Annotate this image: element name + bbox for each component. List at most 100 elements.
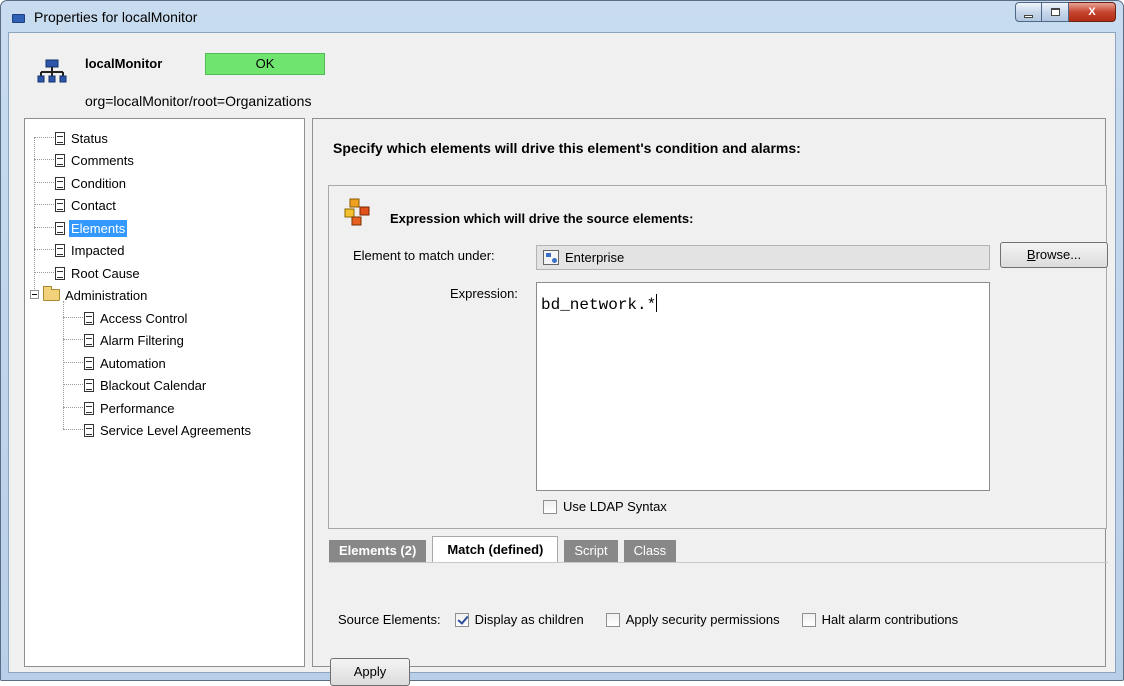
tree-connector bbox=[63, 407, 83, 408]
tree-item-administration[interactable]: Administration bbox=[43, 285, 147, 305]
document-icon bbox=[55, 266, 65, 280]
tree-item-condition[interactable]: Condition bbox=[55, 173, 126, 193]
halt-alarm-contributions-option[interactable]: Halt alarm contributions bbox=[801, 612, 959, 627]
document-icon bbox=[55, 131, 65, 145]
tree-item-label: Status bbox=[71, 130, 108, 146]
panel-tabs: Elements (2) Match (defined) Script Clas… bbox=[329, 536, 682, 562]
element-name: localMonitor bbox=[85, 56, 163, 71]
browse-label: rowse... bbox=[1035, 247, 1082, 262]
maximize-icon bbox=[1050, 8, 1060, 16]
tree-item-elements[interactable]: Elements bbox=[55, 218, 128, 238]
collapse-toggle[interactable] bbox=[30, 290, 39, 299]
tree-item-service-level-agreements[interactable]: Service Level Agreements bbox=[84, 420, 251, 440]
tree-item-label: Blackout Calendar bbox=[100, 377, 207, 393]
ldap-syntax-label: Use LDAP Syntax bbox=[563, 499, 667, 514]
display-as-children-checkbox[interactable] bbox=[454, 612, 469, 627]
text-cursor bbox=[656, 294, 658, 312]
maximize-button[interactable] bbox=[1042, 2, 1069, 22]
tree-item-alarm-filtering[interactable]: Alarm Filtering bbox=[84, 330, 184, 350]
tree-item-label: Alarm Filtering bbox=[100, 332, 184, 348]
ldap-syntax-checkbox[interactable] bbox=[543, 499, 557, 514]
tree-item-blackout-calendar[interactable]: Blackout Calendar bbox=[84, 375, 206, 395]
expression-group: Expression which will drive the source e… bbox=[328, 185, 1108, 529]
tree-item-performance[interactable]: Performance bbox=[84, 398, 174, 418]
tree-connector bbox=[34, 227, 54, 228]
status-badge: OK bbox=[205, 53, 325, 75]
browse-label-mnemonic: B bbox=[1026, 247, 1036, 262]
tree-connector bbox=[63, 301, 64, 429]
tree-item-label: Contact bbox=[71, 197, 116, 213]
tree-item-contact[interactable]: Contact bbox=[55, 195, 116, 215]
ldap-syntax-option[interactable]: Use LDAP Syntax bbox=[543, 499, 667, 514]
halt-alarm-contributions-label: Halt alarm contributions bbox=[821, 612, 959, 627]
minimize-button[interactable] bbox=[1015, 2, 1042, 22]
tab-elements[interactable]: Elements (2) bbox=[329, 540, 427, 562]
minimize-icon bbox=[1024, 14, 1033, 18]
tree-item-comments[interactable]: Comments bbox=[55, 150, 134, 170]
tree-connector bbox=[63, 317, 83, 318]
tab-script[interactable]: Script bbox=[564, 540, 618, 562]
tree-connector bbox=[34, 272, 54, 273]
document-icon bbox=[55, 176, 65, 190]
tree-item-label: Performance bbox=[100, 400, 175, 416]
tree-item-impacted[interactable]: Impacted bbox=[55, 240, 124, 260]
tree-item-label: Automation bbox=[100, 355, 166, 371]
tree-connector bbox=[34, 204, 54, 205]
close-icon: X bbox=[1088, 6, 1096, 18]
document-icon bbox=[55, 221, 65, 235]
window-client-area: localMonitor OK org=localMonitor/root=Or… bbox=[8, 32, 1116, 686]
match-under-field[interactable]: Enterprise bbox=[536, 245, 990, 270]
expression-textarea[interactable]: bd_network.* bbox=[536, 282, 990, 491]
tree-item-access-control[interactable]: Access Control bbox=[84, 308, 187, 328]
window-controls: X bbox=[1015, 2, 1116, 23]
display-as-children-option[interactable]: Display as children bbox=[454, 612, 584, 627]
document-icon bbox=[84, 311, 94, 325]
apply-security-permissions-checkbox[interactable] bbox=[605, 612, 620, 627]
browse-button[interactable]: Browse... bbox=[1000, 242, 1108, 268]
expression-label: Expression: bbox=[450, 286, 518, 301]
tree-item-root-cause[interactable]: Root Cause bbox=[55, 263, 140, 283]
document-icon bbox=[84, 333, 94, 347]
tree-item-label: Comments bbox=[71, 152, 134, 168]
apply-security-permissions-label: Apply security permissions bbox=[625, 612, 780, 627]
folder-icon bbox=[43, 286, 60, 301]
close-button[interactable]: X bbox=[1069, 2, 1116, 22]
apply-security-permissions-option[interactable]: Apply security permissions bbox=[605, 612, 780, 627]
tree-item-label: Administration bbox=[65, 287, 148, 303]
element-header: localMonitor OK org=localMonitor/root=Or… bbox=[9, 33, 1115, 115]
tree-item-label: Condition bbox=[71, 175, 126, 191]
tab-divider bbox=[329, 562, 1108, 563]
tree-item-label: Root Cause bbox=[71, 265, 140, 281]
source-elements-label: Source Elements: bbox=[338, 612, 441, 627]
tree-item-label: Access Control bbox=[100, 310, 188, 326]
document-icon bbox=[84, 423, 94, 437]
tree-connector bbox=[63, 339, 83, 340]
document-icon bbox=[84, 401, 94, 415]
tree-item-label: Impacted bbox=[71, 242, 125, 258]
tree-connector bbox=[34, 137, 35, 297]
tree-connector bbox=[63, 384, 83, 385]
enterprise-icon bbox=[543, 250, 559, 265]
tree-item-automation[interactable]: Automation bbox=[84, 353, 166, 373]
tree-connector bbox=[63, 362, 83, 363]
document-icon bbox=[84, 356, 94, 370]
document-icon bbox=[55, 243, 65, 257]
element-path: org=localMonitor/root=Organizations bbox=[85, 93, 312, 109]
tree-connector bbox=[34, 249, 54, 250]
halt-alarm-contributions-checkbox[interactable] bbox=[801, 612, 816, 627]
apply-button[interactable]: Apply bbox=[330, 658, 410, 686]
match-under-label: Element to match under: bbox=[353, 248, 495, 263]
tab-match[interactable]: Match (defined) bbox=[432, 536, 559, 562]
document-icon bbox=[84, 378, 94, 392]
tab-class[interactable]: Class bbox=[623, 540, 677, 562]
document-icon bbox=[55, 198, 65, 212]
window-title: Properties for localMonitor bbox=[34, 9, 198, 25]
elements-panel: Specify which elements will drive this e… bbox=[312, 118, 1108, 686]
tree-connector bbox=[63, 429, 83, 430]
tree-connector bbox=[34, 137, 54, 138]
display-as-children-label: Display as children bbox=[474, 612, 584, 627]
tree-item-status[interactable]: Status bbox=[55, 128, 108, 148]
tree-item-label: Elements bbox=[69, 219, 128, 237]
window-icon bbox=[12, 14, 25, 23]
expression-blocks-icon bbox=[344, 198, 370, 226]
